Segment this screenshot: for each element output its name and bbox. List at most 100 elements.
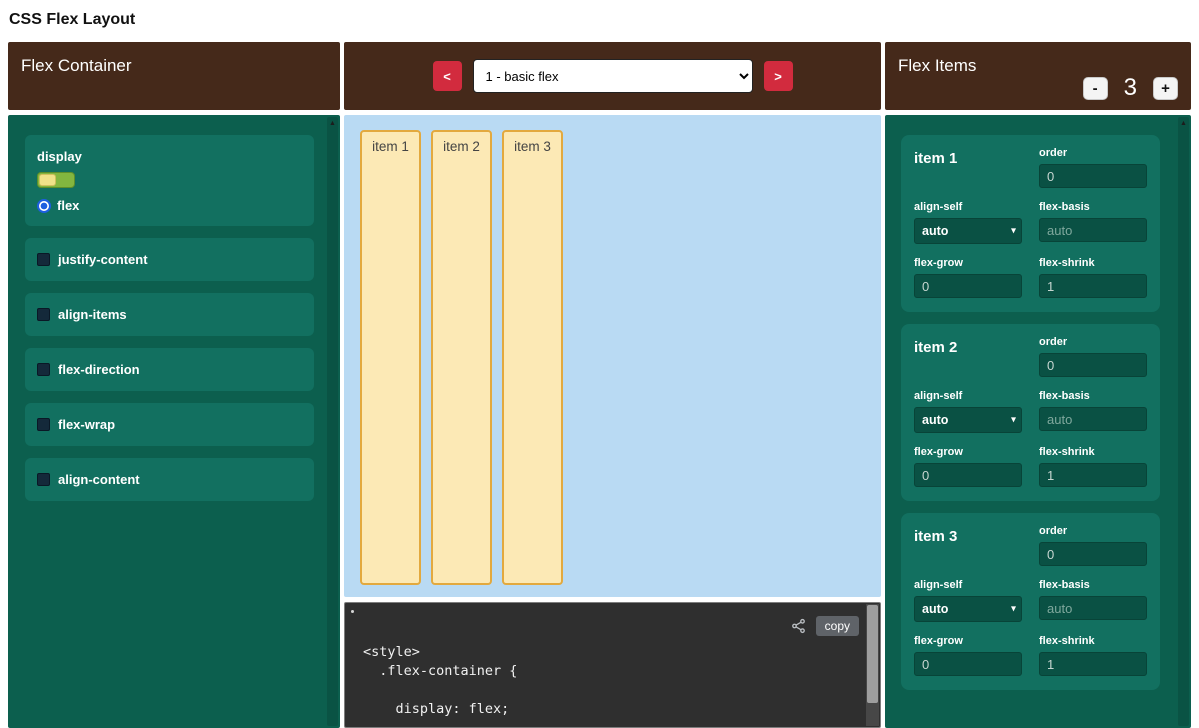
display-label: display	[37, 149, 302, 164]
flex-grow-input[interactable]	[914, 652, 1022, 676]
code-toolbar: copy	[790, 616, 859, 636]
item-name: item 2	[914, 336, 1022, 377]
flex-preview-container: item 1 item 2 item 3	[344, 115, 881, 597]
right-scrollbar[interactable]: ▲	[1178, 117, 1189, 726]
flex-shrink-label: flex-shrink	[1039, 257, 1147, 269]
flex-grow-label: flex-grow	[914, 446, 1022, 458]
flex-basis-label: flex-basis	[1039, 579, 1147, 591]
copy-button[interactable]: copy	[816, 616, 859, 636]
preview-column: < 1 - basic flex > item 1 item 2 item 3	[344, 42, 881, 728]
share-icon[interactable]	[790, 618, 807, 634]
option-justify-content: justify-content	[25, 238, 314, 281]
flex-items-title: Flex Items	[898, 56, 976, 75]
justify-content-label: justify-content	[58, 252, 148, 267]
order-input[interactable]	[1039, 542, 1147, 566]
item-count-controls: - 3 +	[1083, 74, 1178, 102]
align-self-field: align-self auto ▾	[914, 390, 1022, 433]
align-self-select[interactable]: auto	[914, 596, 1022, 622]
left-scrollbar[interactable]: ▲	[327, 117, 338, 726]
flex-container-title: Flex Container	[21, 56, 132, 75]
display-card: display flex	[25, 135, 314, 226]
align-content-checkbox[interactable]	[37, 473, 50, 486]
code-scrollbar[interactable]	[866, 604, 879, 726]
flex-grow-field: flex-grow	[914, 257, 1022, 298]
flex-shrink-input[interactable]	[1039, 463, 1147, 487]
flex-wrap-checkbox[interactable]	[37, 418, 50, 431]
flex-item: item 1	[360, 130, 421, 585]
flex-shrink-field: flex-shrink	[1039, 446, 1147, 487]
flex-basis-field: flex-basis	[1039, 390, 1147, 433]
align-items-checkbox[interactable]	[37, 308, 50, 321]
next-example-button[interactable]: >	[764, 61, 793, 91]
align-self-field: align-self auto ▾	[914, 201, 1022, 244]
order-input[interactable]	[1039, 164, 1147, 188]
flex-shrink-input[interactable]	[1039, 652, 1147, 676]
example-select[interactable]: 1 - basic flex	[473, 59, 753, 93]
flex-direction-label: flex-direction	[58, 362, 140, 377]
add-item-button[interactable]: +	[1153, 77, 1178, 100]
prev-example-button[interactable]: <	[433, 61, 462, 91]
align-self-field: align-self auto ▾	[914, 579, 1022, 622]
flex-container-header: Flex Container	[8, 42, 340, 110]
align-items-label: align-items	[58, 307, 127, 322]
order-field: order	[1039, 336, 1147, 377]
flex-grow-input[interactable]	[914, 463, 1022, 487]
flex-basis-input[interactable]	[1039, 596, 1147, 620]
align-self-label: align-self	[914, 390, 1022, 402]
align-self-label: align-self	[914, 579, 1022, 591]
flex-grow-field: flex-grow	[914, 446, 1022, 487]
flex-basis-label: flex-basis	[1039, 201, 1147, 213]
flex-shrink-input[interactable]	[1039, 274, 1147, 298]
order-input[interactable]	[1039, 353, 1147, 377]
item-card: item 2 order align-self auto ▾	[901, 324, 1160, 501]
order-field: order	[1039, 525, 1147, 566]
align-self-select[interactable]: auto	[914, 218, 1022, 244]
flex-grow-input[interactable]	[914, 274, 1022, 298]
option-align-items: align-items	[25, 293, 314, 336]
remove-item-button[interactable]: -	[1083, 77, 1108, 100]
order-label: order	[1039, 336, 1147, 348]
main-columns: Flex Container display flex justify-cont…	[0, 42, 1199, 728]
flex-grow-field: flex-grow	[914, 635, 1022, 676]
align-self-select[interactable]: auto	[914, 407, 1022, 433]
app: CSS Flex Layout Flex Container display f…	[0, 0, 1199, 728]
flex-basis-input[interactable]	[1039, 218, 1147, 242]
flex-basis-field: flex-basis	[1039, 579, 1147, 622]
example-nav: < 1 - basic flex >	[344, 42, 881, 110]
flex-radio-row[interactable]: flex	[37, 198, 302, 213]
flex-radio-label: flex	[57, 198, 79, 213]
page-title: CSS Flex Layout	[0, 0, 1199, 42]
code-block: copy <style> .flex-container { display: …	[344, 602, 881, 728]
flex-shrink-field: flex-shrink	[1039, 635, 1147, 676]
flex-basis-label: flex-basis	[1039, 390, 1147, 402]
order-label: order	[1039, 147, 1147, 159]
flex-wrap-label: flex-wrap	[58, 417, 115, 432]
item-card: item 1 order align-self auto ▾	[901, 135, 1160, 312]
align-self-label: align-self	[914, 201, 1022, 213]
scroll-up-icon[interactable]: ▲	[1178, 117, 1189, 130]
display-toggle[interactable]	[37, 172, 75, 188]
flex-items-panel: Flex Items - 3 + item 1 order	[885, 42, 1191, 728]
justify-content-checkbox[interactable]	[37, 253, 50, 266]
option-flex-wrap: flex-wrap	[25, 403, 314, 446]
code-dot	[351, 610, 354, 613]
item-count: 3	[1124, 74, 1137, 102]
flex-container-panel: Flex Container display flex justify-cont…	[8, 42, 340, 728]
flex-basis-input[interactable]	[1039, 407, 1147, 431]
flex-radio[interactable]	[37, 199, 51, 213]
flex-shrink-label: flex-shrink	[1039, 635, 1147, 647]
order-field: order	[1039, 147, 1147, 188]
flex-container-body: display flex justify-content align-item	[8, 115, 340, 728]
code-scroll-thumb[interactable]	[867, 605, 878, 703]
toggle-knob-icon	[39, 174, 56, 186]
item-name: item 3	[914, 525, 1022, 566]
flex-item: item 3	[502, 130, 563, 585]
flex-item: item 2	[431, 130, 492, 585]
flex-shrink-label: flex-shrink	[1039, 446, 1147, 458]
align-content-label: align-content	[58, 472, 140, 487]
flex-direction-checkbox[interactable]	[37, 363, 50, 376]
scroll-up-icon[interactable]: ▲	[327, 117, 338, 130]
order-label: order	[1039, 525, 1147, 537]
option-align-content: align-content	[25, 458, 314, 501]
flex-basis-field: flex-basis	[1039, 201, 1147, 244]
